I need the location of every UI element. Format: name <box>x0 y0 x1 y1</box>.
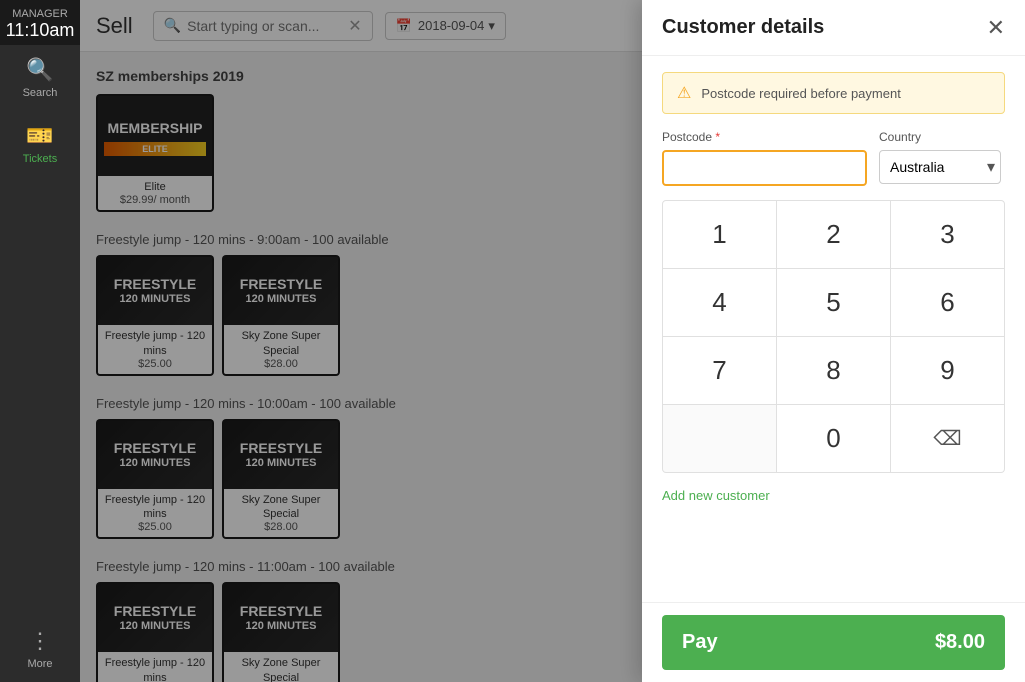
alert-text: Postcode required before payment <box>701 86 900 101</box>
sidebar-item-tickets[interactable]: 🎫 Tickets <box>0 111 80 177</box>
sidebar: MANAGER 11:10am 🔍 Search 🎫 Tickets ⋮ Mor… <box>0 0 80 682</box>
search-icon: 🔍 <box>26 57 53 83</box>
numpad-7[interactable]: 7 <box>663 337 776 404</box>
postcode-group: Postcode * <box>662 130 867 186</box>
sidebar-bottom: ⋮ More <box>0 616 80 682</box>
postcode-alert: ⚠ Postcode required before payment <box>662 72 1005 114</box>
form-row-postcode-country: Postcode * Country Australia New Zealand… <box>662 130 1005 186</box>
sidebar-header: MANAGER 11:10am <box>0 0 80 45</box>
country-label: Country <box>879 130 1005 144</box>
numpad-empty <box>663 405 776 472</box>
modal-header: Customer details ✕ <box>642 0 1025 56</box>
sidebar-item-search[interactable]: 🔍 Search <box>0 45 80 111</box>
modal-body: ⚠ Postcode required before payment Postc… <box>642 56 1025 602</box>
numpad: 1 2 3 4 5 6 7 8 9 0 ⌫ <box>662 200 1005 473</box>
sidebar-more-label: More <box>27 658 52 670</box>
more-icon: ⋮ <box>29 628 51 654</box>
numpad-4[interactable]: 4 <box>663 269 776 336</box>
numpad-3[interactable]: 3 <box>891 201 1004 268</box>
add-new-customer-link[interactable]: Add new customer <box>662 488 770 503</box>
numpad-9[interactable]: 9 <box>891 337 1004 404</box>
country-select-wrapper: Australia New Zealand United Kingdom Uni… <box>879 150 1005 184</box>
postcode-required-marker: * <box>715 130 720 144</box>
alert-warning-icon: ⚠ <box>677 83 691 103</box>
numpad-1[interactable]: 1 <box>663 201 776 268</box>
numpad-backspace[interactable]: ⌫ <box>891 405 1004 472</box>
postcode-label: Postcode * <box>662 130 867 144</box>
numpad-6[interactable]: 6 <box>891 269 1004 336</box>
tickets-icon: 🎫 <box>26 123 53 149</box>
time-display: 11:10am <box>4 20 76 41</box>
customer-details-modal: Customer details ✕ ⚠ Postcode required b… <box>642 0 1025 682</box>
country-select[interactable]: Australia New Zealand United Kingdom Uni… <box>879 150 1001 184</box>
numpad-8[interactable]: 8 <box>777 337 890 404</box>
pay-button[interactable]: Pay $8.00 <box>662 615 1005 670</box>
pay-label: Pay <box>682 631 718 654</box>
numpad-0[interactable]: 0 <box>777 405 890 472</box>
sidebar-search-label: Search <box>23 87 58 99</box>
numpad-2[interactable]: 2 <box>777 201 890 268</box>
sidebar-item-more[interactable]: ⋮ More <box>0 616 80 682</box>
modal-overlay[interactable] <box>80 0 720 682</box>
pay-amount: $8.00 <box>935 631 985 654</box>
modal-footer: Pay $8.00 <box>642 602 1025 682</box>
postcode-input[interactable] <box>662 150 867 186</box>
country-group: Country Australia New Zealand United Kin… <box>879 130 1005 186</box>
modal-title: Customer details <box>662 16 824 39</box>
modal-close-button[interactable]: ✕ <box>987 17 1005 39</box>
numpad-5[interactable]: 5 <box>777 269 890 336</box>
sidebar-tickets-label: Tickets <box>23 153 57 165</box>
manager-label: MANAGER <box>4 8 76 20</box>
